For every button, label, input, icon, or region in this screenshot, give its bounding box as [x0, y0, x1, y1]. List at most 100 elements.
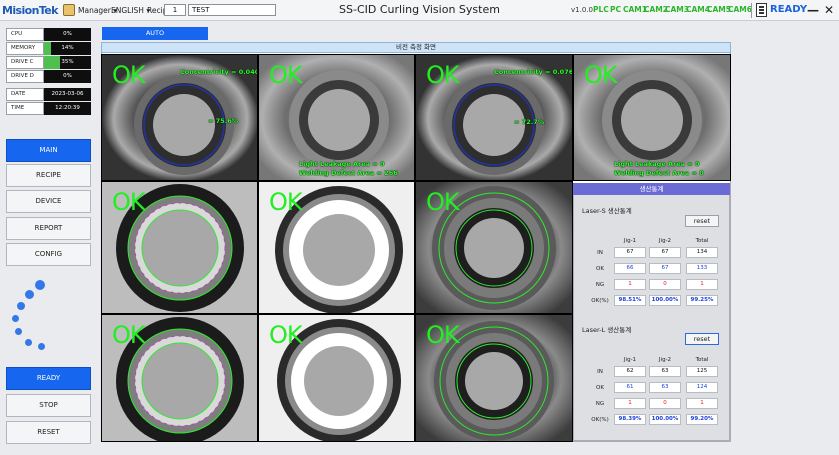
laser-l-ng-jig1: 1 [614, 398, 646, 409]
laser-l-in-total: 125 [686, 366, 718, 377]
version-label: v1.0.0 [571, 6, 593, 14]
config-button[interactable]: CONFIG [6, 243, 91, 266]
laser-s-ok-jig1: 66 [614, 263, 646, 274]
laser-s-ng-jig1: 1 [614, 279, 646, 290]
stop-button[interactable]: STOP [6, 394, 91, 417]
col-header: Jig-2 [658, 238, 672, 244]
row-label: OK [596, 266, 604, 272]
drive-c-value: 35% [61, 59, 74, 65]
minimize-button[interactable]: — [806, 2, 820, 18]
light-leakage-value: Light Leakage Area = 0 [614, 160, 700, 168]
spinner-dot [35, 280, 45, 290]
row-label: OK [596, 385, 604, 391]
cpu-label: CPU [6, 28, 44, 41]
drive-d-bar: 0% [44, 70, 91, 83]
drive-d-value: 0% [63, 73, 72, 79]
spinner-dot [17, 302, 25, 310]
recipe-button[interactable]: RECIPE [6, 164, 91, 187]
time-label: TIME [6, 102, 44, 115]
laser-s-in-total: 134 [686, 247, 718, 258]
camera-view-9: OK [258, 314, 415, 442]
drive-c-label: DRIVE C [6, 56, 44, 69]
top-bar: MisionTek Manager ▾ ENGLISH ▾ Recipe 1 T… [0, 0, 839, 21]
laser-l-ok-jig2: 63 [649, 382, 681, 393]
ok-result: OK [269, 188, 303, 216]
close-button[interactable]: ✕ [822, 2, 836, 18]
camera-view-5: OK [101, 181, 258, 314]
camera-view-8: OK [101, 314, 258, 442]
memory-label: MEMORY [6, 42, 44, 55]
laser-l-ng-total: 1 [686, 398, 718, 409]
row-label: IN [597, 369, 603, 375]
laser-l-ng-jig2: 0 [649, 398, 681, 409]
date-value: 2023-03-06 [51, 91, 84, 97]
reset-button[interactable]: RESET [6, 421, 91, 444]
system-status: READY [770, 4, 808, 15]
col-header: Jig-1 [623, 238, 637, 244]
ok-result: OK [269, 61, 303, 89]
loading-spinner [10, 280, 50, 352]
time-box: 12:20:39 [44, 102, 91, 115]
ok-result: OK [584, 61, 618, 89]
laser-l-ok-jig1: 61 [614, 382, 646, 393]
report-button[interactable]: REPORT [6, 217, 91, 240]
row-label: NG [595, 401, 605, 407]
main-button[interactable]: MAIN [6, 139, 91, 162]
device-button[interactable]: DEVICE [6, 190, 91, 213]
ok-result: OK [426, 188, 460, 216]
row-label: NG [595, 282, 605, 288]
laser-l-in-jig2: 63 [649, 366, 681, 377]
welding-defect-value: Welding Defect Area = 0 [614, 169, 704, 177]
col-header: Total [695, 238, 709, 244]
plc-status: PLC [593, 5, 609, 14]
laser-s-in-jig2: 67 [649, 247, 681, 258]
camera-view-6: OK [258, 181, 415, 314]
laser-l-okpct-jig1: 98.39% [614, 414, 646, 425]
memory-bar: 14% [44, 42, 91, 55]
ok-result: OK [269, 321, 303, 349]
ok-result: OK [112, 61, 146, 89]
laser-s-title: Laser-S 생산통계 [582, 207, 632, 215]
cpu-bar: 0% [44, 28, 91, 41]
status-list-icon [756, 3, 767, 17]
tab-auto[interactable]: AUTO [102, 27, 208, 40]
laser-l-title: Laser-L 생산통계 [582, 326, 632, 334]
spinner-dot [38, 343, 45, 350]
ready-button[interactable]: READY [6, 367, 91, 390]
camera-view-4: OK Light Leakage Area = 0 Welding Defect… [573, 54, 731, 181]
pc-status: PC [610, 5, 622, 14]
spinner-dot [25, 339, 32, 346]
ratio-value: = 75.6% [208, 117, 239, 125]
ok-result: OK [426, 321, 460, 349]
laser-l-okpct-jig2: 100.00% [649, 414, 681, 425]
laser-s-okpct-jig2: 100.00% [649, 295, 681, 306]
laser-s-ok-jig2: 67 [649, 263, 681, 274]
cpu-status: CPU 0% [6, 28, 91, 41]
laser-s-reset-button[interactable]: reset [685, 215, 719, 227]
laser-s-in-jig1: 67 [614, 247, 646, 258]
camera-view-1: OK Concentricity = 0.040 = 75.6% [101, 54, 258, 181]
drive-c-status: DRIVE C 35% [6, 56, 91, 69]
laser-s-okpct-total: 99.25% [686, 295, 718, 306]
vision-header: 비전 측정 화면 [101, 42, 731, 53]
laser-s-ng-jig2: 0 [649, 279, 681, 290]
laser-l-okpct-total: 99.20% [686, 414, 718, 425]
date-label: DATE [6, 88, 44, 101]
divider [751, 3, 752, 18]
concentricity-value: Concentricity = 0.076 [494, 68, 573, 76]
drive-c-bar: 35% [44, 56, 91, 69]
cam6-status: CAM6 [728, 5, 752, 14]
col-header: Jig-1 [623, 357, 637, 363]
time-status: TIME 12:20:39 [6, 102, 91, 115]
laser-l-ok-total: 124 [686, 382, 718, 393]
date-status: DATE 2023-03-06 [6, 88, 91, 101]
time-value: 12:20:39 [55, 105, 80, 111]
memory-status: MEMORY 14% [6, 42, 91, 55]
spinner-dot [15, 328, 22, 335]
camera-view-7: OK [415, 181, 573, 314]
drive-d-status: DRIVE D 0% [6, 70, 91, 83]
row-label: OK(%) [591, 298, 609, 304]
spinner-dot [12, 315, 19, 322]
camera-view-3: OK Concentricity = 0.076 = 72.7% [415, 54, 573, 181]
laser-l-reset-button[interactable]: reset [685, 333, 719, 345]
